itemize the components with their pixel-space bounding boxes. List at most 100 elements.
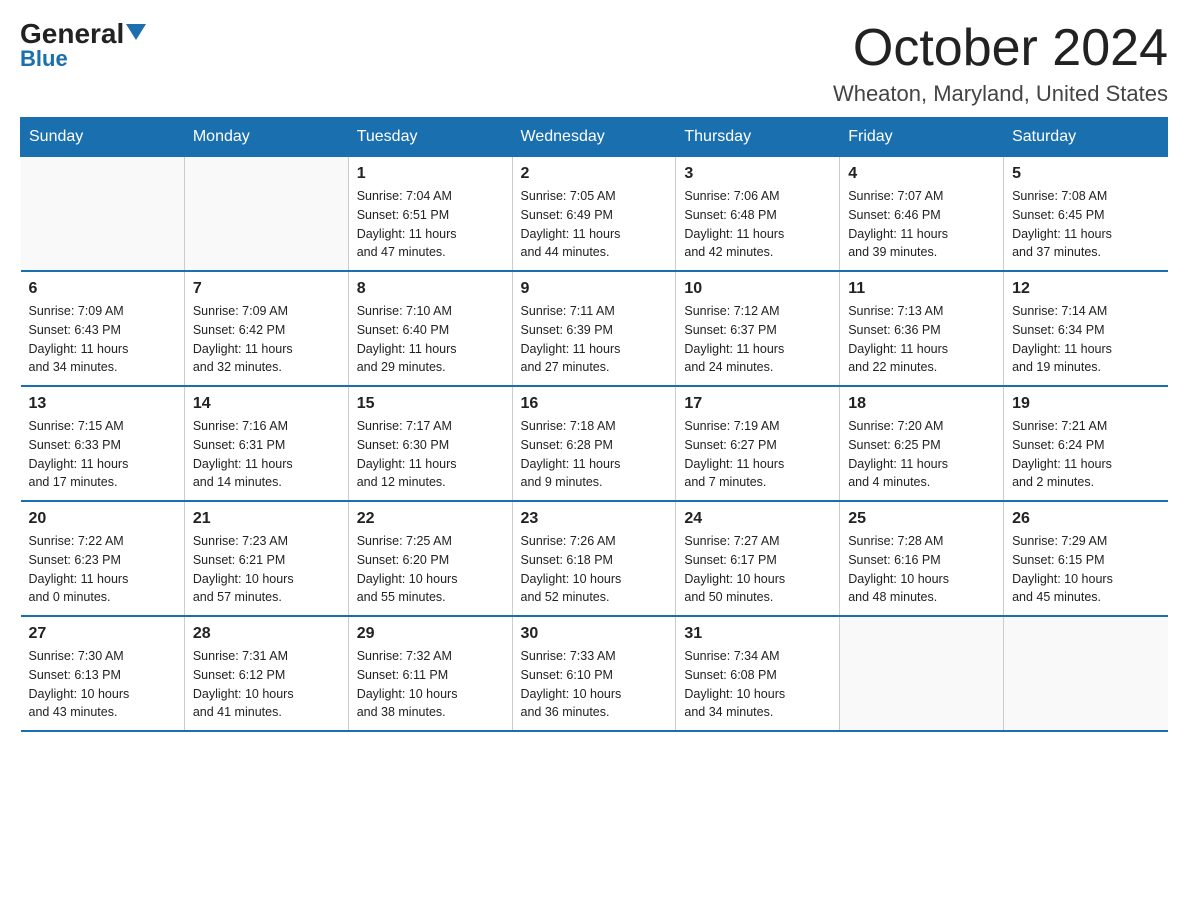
day-number: 3	[684, 165, 831, 183]
header-day-friday: Friday	[840, 118, 1004, 157]
header-day-monday: Monday	[184, 118, 348, 157]
calendar-cell: 26Sunrise: 7:29 AM Sunset: 6:15 PM Dayli…	[1004, 501, 1168, 616]
month-title: October 2024	[833, 20, 1168, 77]
calendar-body: 1 Sunrise: 7:04 AM Sunset: 6:51 PM Daylig…	[21, 157, 1168, 732]
calendar-cell: 23 Sunrise: 7:26 AM Sunset: 6:18 PM Dayli…	[512, 501, 676, 616]
day-number: 30	[521, 625, 668, 643]
calendar-cell: 4 Sunrise: 7:07 AM Sunset: 6:46 PM Daylig…	[840, 157, 1004, 272]
calendar-cell: 20Sunrise: 7:22 AM Sunset: 6:23 PM Dayli…	[21, 501, 185, 616]
day-number: 14	[193, 395, 340, 413]
day-number: 21	[193, 510, 340, 528]
day-number: 7	[193, 280, 340, 298]
week-row-1: 1 Sunrise: 7:04 AM Sunset: 6:51 PM Daylig…	[21, 157, 1168, 272]
day-info: Sunrise: 7:22 AM Sunset: 6:23 PM Dayligh…	[29, 532, 176, 607]
calendar-cell: 14 Sunrise: 7:16 AM Sunset: 6:31 PM Dayli…	[184, 386, 348, 501]
calendar-cell: 10 Sunrise: 7:12 AM Sunset: 6:37 PM Dayli…	[676, 271, 840, 386]
logo-blue-text: Blue	[20, 48, 68, 70]
calendar-cell	[21, 157, 185, 272]
day-info: Sunrise: 7:16 AM Sunset: 6:31 PM Dayligh…	[193, 417, 340, 492]
logo: General Blue	[20, 20, 146, 70]
day-number: 29	[357, 625, 504, 643]
calendar-cell: 19 Sunrise: 7:21 AM Sunset: 6:24 PM Dayli…	[1004, 386, 1168, 501]
day-info: Sunrise: 7:12 AM Sunset: 6:37 PM Dayligh…	[684, 302, 831, 377]
day-info: Sunrise: 7:20 AM Sunset: 6:25 PM Dayligh…	[848, 417, 995, 492]
day-info: Sunrise: 7:34 AM Sunset: 6:08 PM Dayligh…	[684, 647, 831, 722]
day-number: 13	[29, 395, 176, 413]
day-number: 11	[848, 280, 995, 298]
header-day-wednesday: Wednesday	[512, 118, 676, 157]
day-info: Sunrise: 7:04 AM Sunset: 6:51 PM Dayligh…	[357, 187, 504, 262]
calendar-cell: 25 Sunrise: 7:28 AM Sunset: 6:16 PM Dayli…	[840, 501, 1004, 616]
calendar-table: SundayMondayTuesdayWednesdayThursdayFrid…	[20, 117, 1168, 732]
day-number: 23	[521, 510, 668, 528]
calendar-cell: 15Sunrise: 7:17 AM Sunset: 6:30 PM Dayli…	[348, 386, 512, 501]
calendar-cell: 7 Sunrise: 7:09 AM Sunset: 6:42 PM Daylig…	[184, 271, 348, 386]
calendar-cell: 13 Sunrise: 7:15 AM Sunset: 6:33 PM Dayli…	[21, 386, 185, 501]
week-row-4: 20Sunrise: 7:22 AM Sunset: 6:23 PM Dayli…	[21, 501, 1168, 616]
day-info: Sunrise: 7:15 AM Sunset: 6:33 PM Dayligh…	[29, 417, 176, 492]
calendar-cell: 27Sunrise: 7:30 AM Sunset: 6:13 PM Dayli…	[21, 616, 185, 731]
day-info: Sunrise: 7:08 AM Sunset: 6:45 PM Dayligh…	[1012, 187, 1159, 262]
location-title: Wheaton, Maryland, United States	[833, 81, 1168, 107]
calendar-cell: 29 Sunrise: 7:32 AM Sunset: 6:11 PM Dayli…	[348, 616, 512, 731]
day-info: Sunrise: 7:09 AM Sunset: 6:43 PM Dayligh…	[29, 302, 176, 377]
day-number: 12	[1012, 280, 1159, 298]
header-day-tuesday: Tuesday	[348, 118, 512, 157]
day-info: Sunrise: 7:30 AM Sunset: 6:13 PM Dayligh…	[29, 647, 176, 722]
calendar-cell: 11Sunrise: 7:13 AM Sunset: 6:36 PM Dayli…	[840, 271, 1004, 386]
calendar-cell: 24 Sunrise: 7:27 AM Sunset: 6:17 PM Dayli…	[676, 501, 840, 616]
day-info: Sunrise: 7:14 AM Sunset: 6:34 PM Dayligh…	[1012, 302, 1159, 377]
day-info: Sunrise: 7:09 AM Sunset: 6:42 PM Dayligh…	[193, 302, 340, 377]
day-info: Sunrise: 7:19 AM Sunset: 6:27 PM Dayligh…	[684, 417, 831, 492]
day-info: Sunrise: 7:06 AM Sunset: 6:48 PM Dayligh…	[684, 187, 831, 262]
calendar-cell: 21 Sunrise: 7:23 AM Sunset: 6:21 PM Dayli…	[184, 501, 348, 616]
logo-general-text: General	[20, 20, 146, 48]
calendar-cell: 1 Sunrise: 7:04 AM Sunset: 6:51 PM Daylig…	[348, 157, 512, 272]
day-info: Sunrise: 7:10 AM Sunset: 6:40 PM Dayligh…	[357, 302, 504, 377]
day-info: Sunrise: 7:07 AM Sunset: 6:46 PM Dayligh…	[848, 187, 995, 262]
day-number: 22	[357, 510, 504, 528]
day-info: Sunrise: 7:27 AM Sunset: 6:17 PM Dayligh…	[684, 532, 831, 607]
title-block: October 2024 Wheaton, Maryland, United S…	[833, 20, 1168, 107]
day-info: Sunrise: 7:33 AM Sunset: 6:10 PM Dayligh…	[521, 647, 668, 722]
header-row: SundayMondayTuesdayWednesdayThursdayFrid…	[21, 118, 1168, 157]
day-number: 19	[1012, 395, 1159, 413]
day-info: Sunrise: 7:32 AM Sunset: 6:11 PM Dayligh…	[357, 647, 504, 722]
calendar-cell: 9Sunrise: 7:11 AM Sunset: 6:39 PM Daylig…	[512, 271, 676, 386]
day-info: Sunrise: 7:26 AM Sunset: 6:18 PM Dayligh…	[521, 532, 668, 607]
day-number: 10	[684, 280, 831, 298]
day-number: 24	[684, 510, 831, 528]
day-number: 2	[521, 165, 668, 183]
week-row-5: 27Sunrise: 7:30 AM Sunset: 6:13 PM Dayli…	[21, 616, 1168, 731]
day-number: 25	[848, 510, 995, 528]
calendar-cell: 31 Sunrise: 7:34 AM Sunset: 6:08 PM Dayli…	[676, 616, 840, 731]
day-info: Sunrise: 7:31 AM Sunset: 6:12 PM Dayligh…	[193, 647, 340, 722]
calendar-cell	[1004, 616, 1168, 731]
day-info: Sunrise: 7:05 AM Sunset: 6:49 PM Dayligh…	[521, 187, 668, 262]
calendar-cell: 22 Sunrise: 7:25 AM Sunset: 6:20 PM Dayli…	[348, 501, 512, 616]
day-number: 31	[684, 625, 831, 643]
day-number: 9	[521, 280, 668, 298]
calendar-cell: 5Sunrise: 7:08 AM Sunset: 6:45 PM Daylig…	[1004, 157, 1168, 272]
calendar-cell	[184, 157, 348, 272]
day-number: 18	[848, 395, 995, 413]
calendar-cell: 3 Sunrise: 7:06 AM Sunset: 6:48 PM Daylig…	[676, 157, 840, 272]
day-info: Sunrise: 7:23 AM Sunset: 6:21 PM Dayligh…	[193, 532, 340, 607]
header-day-thursday: Thursday	[676, 118, 840, 157]
week-row-2: 6 Sunrise: 7:09 AM Sunset: 6:43 PM Daylig…	[21, 271, 1168, 386]
day-info: Sunrise: 7:21 AM Sunset: 6:24 PM Dayligh…	[1012, 417, 1159, 492]
day-info: Sunrise: 7:25 AM Sunset: 6:20 PM Dayligh…	[357, 532, 504, 607]
calendar-cell: 30 Sunrise: 7:33 AM Sunset: 6:10 PM Dayli…	[512, 616, 676, 731]
calendar-cell: 28 Sunrise: 7:31 AM Sunset: 6:12 PM Dayli…	[184, 616, 348, 731]
day-number: 4	[848, 165, 995, 183]
day-number: 1	[357, 165, 504, 183]
calendar-cell	[840, 616, 1004, 731]
calendar-cell: 12 Sunrise: 7:14 AM Sunset: 6:34 PM Dayli…	[1004, 271, 1168, 386]
day-number: 6	[29, 280, 176, 298]
header-day-saturday: Saturday	[1004, 118, 1168, 157]
day-number: 16	[521, 395, 668, 413]
calendar-cell: 17Sunrise: 7:19 AM Sunset: 6:27 PM Dayli…	[676, 386, 840, 501]
day-number: 28	[193, 625, 340, 643]
day-info: Sunrise: 7:28 AM Sunset: 6:16 PM Dayligh…	[848, 532, 995, 607]
day-number: 8	[357, 280, 504, 298]
